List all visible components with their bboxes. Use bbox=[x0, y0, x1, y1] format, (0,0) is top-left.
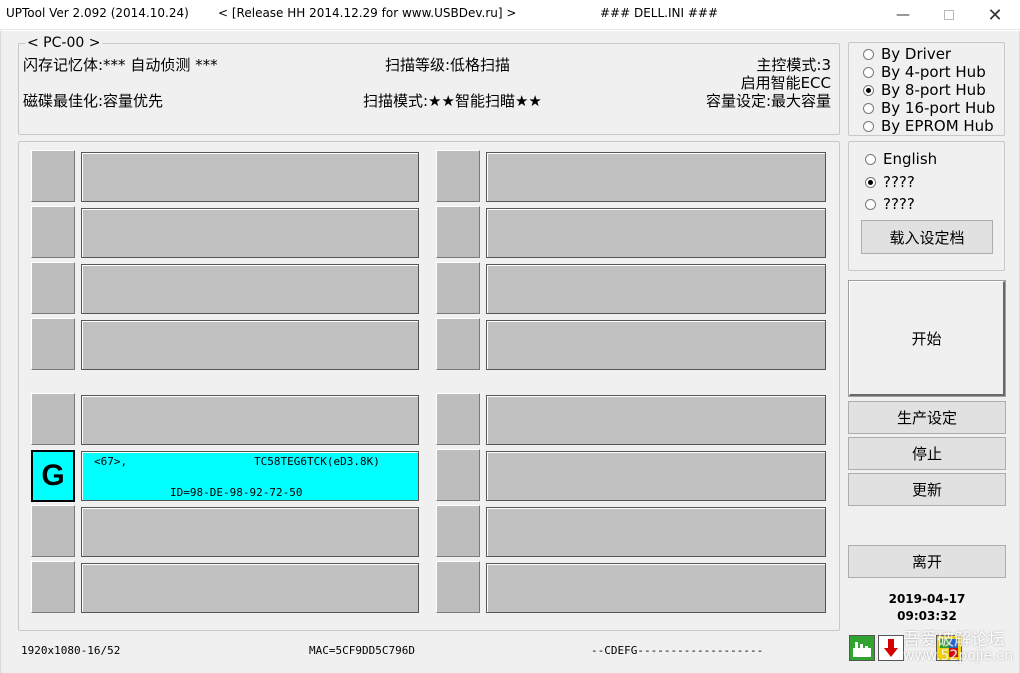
flash-type: 闪存记忆体:*** 自动侦测 *** bbox=[23, 56, 218, 74]
port-button[interactable] bbox=[31, 561, 75, 613]
radio-icon bbox=[865, 198, 876, 210]
language-group: English ???? ???? 载入设定档 bbox=[848, 141, 1005, 271]
port-button[interactable] bbox=[436, 561, 480, 613]
radio-english[interactable]: English bbox=[865, 150, 937, 168]
radio-by-8-port-hub[interactable]: By 8-port Hub bbox=[863, 81, 986, 99]
port-slot[interactable] bbox=[81, 320, 419, 370]
release-info: < [Release HH 2014.12.29 for www.USBDev.… bbox=[218, 6, 517, 20]
flash-id: ID=98-DE-98-92-72-50 bbox=[170, 486, 303, 499]
port-slot[interactable] bbox=[81, 208, 419, 258]
flash-model: TC58TEG6TCK(eD3.8K) bbox=[254, 455, 380, 468]
radio-selected-icon bbox=[863, 84, 874, 96]
port-button[interactable] bbox=[436, 262, 480, 314]
time-display: 09:03:32 bbox=[897, 609, 957, 623]
port-slot[interactable] bbox=[81, 563, 419, 613]
port-button[interactable] bbox=[31, 505, 75, 557]
radio-selected-icon bbox=[865, 176, 876, 188]
port-slot[interactable] bbox=[486, 395, 826, 445]
pc-legend: < PC-00 > bbox=[25, 35, 103, 51]
mac-status: MAC=5CF9DD5C796D bbox=[309, 644, 415, 657]
port-button[interactable] bbox=[31, 318, 75, 370]
port-button[interactable] bbox=[436, 393, 480, 445]
radio-by-eprom-hub[interactable]: By EPROM Hub bbox=[863, 117, 994, 135]
port-button[interactable] bbox=[31, 150, 75, 202]
watermark-text: 吾爱破解论坛 bbox=[903, 630, 1005, 650]
radio-by-16-port-hub[interactable]: By 16-port Hub bbox=[863, 99, 995, 117]
exit-button[interactable]: 离开 bbox=[848, 545, 1006, 578]
pc-info-group: < PC-00 > 闪存记忆体:*** 自动侦测 *** 扫描等级:低格扫描 主… bbox=[18, 35, 840, 135]
scan-level: 扫描等级:低格扫描 bbox=[385, 56, 511, 74]
radio-by-4-port-hub[interactable]: By 4-port Hub bbox=[863, 63, 986, 81]
port-button[interactable] bbox=[436, 505, 480, 557]
driver-mode-group: By Driver By 4-port Hub By 8-port Hub By… bbox=[848, 42, 1005, 136]
close-icon[interactable]: ✕ bbox=[972, 0, 1018, 30]
radio-icon bbox=[863, 66, 874, 78]
radio-by-driver[interactable]: By Driver bbox=[863, 45, 951, 63]
port-button[interactable] bbox=[436, 449, 480, 501]
update-button[interactable]: 更新 bbox=[848, 473, 1006, 506]
port-slot[interactable] bbox=[486, 451, 826, 501]
radio-language-3[interactable]: ???? bbox=[865, 195, 915, 213]
drives-status: --CDEFG------------------- bbox=[591, 644, 764, 657]
port-slot[interactable] bbox=[486, 320, 826, 370]
radio-icon bbox=[865, 153, 876, 165]
start-button[interactable]: 开始 bbox=[849, 281, 1005, 396]
capacity-setting: 容量设定:最大容量 bbox=[705, 92, 831, 110]
port-slot[interactable] bbox=[81, 507, 419, 557]
radio-icon bbox=[863, 48, 874, 60]
port-button[interactable] bbox=[436, 206, 480, 258]
port-slot[interactable] bbox=[486, 208, 826, 258]
ini-name: ### DELL.INI ### bbox=[600, 6, 719, 20]
active-port-slot[interactable]: <67>, TC58TEG6TCK(eD3.8K) ID=98-DE-98-92… bbox=[81, 451, 419, 501]
port-slot[interactable] bbox=[81, 152, 419, 202]
port-index: <67>, bbox=[94, 455, 128, 468]
disk-optimization: 磁碟最佳化:容量优先 bbox=[23, 92, 164, 110]
production-settings-button[interactable]: 生产设定 bbox=[848, 401, 1006, 434]
radio-language-2[interactable]: ???? bbox=[865, 173, 915, 191]
watermark-url: www.52pojie.cn bbox=[903, 648, 1014, 664]
stop-button[interactable]: 停止 bbox=[848, 437, 1006, 470]
port-slot[interactable] bbox=[486, 152, 826, 202]
load-settings-button[interactable]: 载入设定档 bbox=[861, 220, 993, 254]
radio-icon bbox=[863, 120, 874, 132]
scan-mode: 扫描模式:★★智能扫瞄★★ bbox=[363, 92, 542, 110]
main-window: < PC-00 > 闪存记忆体:*** 自动侦测 *** 扫描等级:低格扫描 主… bbox=[0, 31, 1020, 673]
port-g-button[interactable]: G bbox=[31, 450, 75, 502]
port-button[interactable] bbox=[436, 318, 480, 370]
port-button[interactable] bbox=[436, 150, 480, 202]
title-bar: UPTool Ver 2.092 (2014.10.24) < [Release… bbox=[0, 0, 1020, 30]
app-title: UPTool Ver 2.092 (2014.10.24) bbox=[6, 6, 189, 20]
download-icon[interactable] bbox=[878, 635, 904, 661]
radio-icon bbox=[863, 102, 874, 114]
factory-icon[interactable] bbox=[849, 635, 875, 661]
port-slot[interactable] bbox=[486, 264, 826, 314]
minimize-icon[interactable]: — bbox=[880, 0, 926, 30]
maximize-icon[interactable] bbox=[926, 0, 972, 30]
port-button[interactable] bbox=[31, 393, 75, 445]
port-button[interactable] bbox=[31, 262, 75, 314]
port-slot[interactable] bbox=[81, 395, 419, 445]
port-slot[interactable] bbox=[81, 264, 419, 314]
resolution-status: 1920x1080-16/52 bbox=[21, 644, 121, 657]
date-display: 2019-04-17 bbox=[888, 592, 966, 606]
port-slot[interactable] bbox=[486, 507, 826, 557]
port-button[interactable] bbox=[31, 206, 75, 258]
port-grid: G <67>, TC58TEG6TCK(eD3.8K) ID=98-DE-98-… bbox=[18, 141, 840, 631]
port-slot[interactable] bbox=[486, 563, 826, 613]
